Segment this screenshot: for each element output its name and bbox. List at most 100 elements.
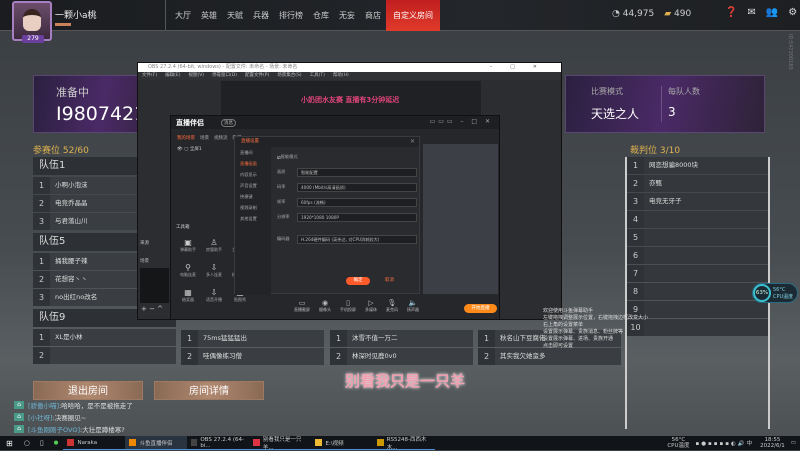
nav-weapons[interactable]: 兵器 (248, 0, 274, 31)
obs-menu-item[interactable]: 停靠窗口(D) (212, 72, 237, 80)
team-slot[interactable]: 2 林深时见鹿0v0 (330, 348, 473, 365)
taskbar-app[interactable]: E:\视频 (311, 436, 374, 450)
obs-menu-item[interactable]: 编辑(E) (165, 72, 180, 80)
ok-button[interactable]: 确定 (346, 277, 370, 285)
judge-slot[interactable]: 8 (627, 283, 768, 300)
team-slot[interactable]: 2 其实我欠她蛮多 (478, 348, 621, 365)
settings-menu-item[interactable]: 快捷键 (235, 191, 271, 202)
toolbar-button[interactable]: 🔈 扬声器 (407, 299, 419, 313)
tool-button[interactable]: ▦ 抽奖器 (175, 288, 201, 303)
settings-menu-item[interactable]: 直播画面 (235, 158, 271, 169)
toolbar-button[interactable]: 🎙 麦克风 (386, 299, 398, 313)
nav-talent[interactable]: 天赋 (222, 0, 248, 31)
obs-menu-item[interactable]: 场景集合(S) (277, 72, 301, 80)
settings-form: ☑ 智能模式 画质 智能配置 码率 4000 (Mbit/s高清画质) 帧率 60fps … (277, 151, 417, 248)
nav-leaderboard[interactable]: 排行榜 (274, 0, 308, 31)
settings-gear-icon[interactable]: ⚙ (788, 7, 797, 18)
team-size-label: 每队人数 (668, 87, 700, 96)
taskbar-app[interactable]: RS5248-西西木木... (373, 436, 436, 451)
team-slot[interactable]: 1 沐雪不值一万二 (330, 330, 473, 347)
team-slot[interactable]: 1 XL是小林 (33, 329, 176, 346)
team-slot[interactable]: 2 (33, 347, 176, 364)
chat-user[interactable]: [小社呀] (28, 412, 53, 422)
toolbar-button[interactable]: ▷ 多媒体 (365, 299, 377, 313)
app-icon[interactable]: ● (49, 440, 64, 446)
chat-user[interactable]: [斗鱼刚刚子OVO] (28, 424, 80, 434)
taskbar-app[interactable]: 斗鱼直播伴侣 (125, 436, 188, 450)
obs-menu-item[interactable]: 文件(F) (142, 72, 157, 80)
team-slot[interactable]: 1 75ms猛猛猛出 (181, 330, 324, 347)
field-select[interactable]: 60fps (流畅) (297, 197, 417, 207)
settings-menu-item[interactable]: 声音设置 (235, 180, 271, 191)
exit-room-button[interactable]: 退出房间 (33, 381, 143, 400)
judge-name: 电竞无牙子 (649, 197, 682, 205)
obs-menu-item[interactable]: 工具(T) (310, 72, 325, 80)
nav-wuwang[interactable]: 无妄 (334, 0, 360, 31)
nav-warehouse[interactable]: 仓库 (308, 0, 334, 31)
team-slot[interactable]: 2 哇偶像练习僧 (181, 348, 324, 365)
close-icon[interactable]: ✕ (410, 138, 415, 145)
nav-custom-room[interactable]: 自定义房间 (386, 0, 440, 31)
judge-slot[interactable]: 5 (627, 229, 768, 246)
judge-slot[interactable]: 3 电竞无牙子 (627, 193, 768, 210)
settings-menu-item[interactable]: 直播间 (235, 147, 271, 158)
obs-title-bar[interactable]: OBS 27.2.4 (64-bit, windows) - 配置文件: 未命名… (138, 63, 561, 72)
nav-shop[interactable]: 商店 (360, 0, 386, 31)
judge-slot[interactable]: 1 网恋想骗8000块 (627, 157, 768, 174)
scene-tab[interactable]: 我的场景 (177, 135, 195, 141)
start-live-button[interactable]: 开始直播 (464, 304, 497, 313)
mail-icon[interactable]: ✉ (747, 7, 755, 18)
tool-button[interactable]: ⇩ 语音开播 (201, 288, 227, 303)
add-remove-controls[interactable]: + − ^ (138, 305, 171, 313)
room-details-button[interactable]: 房间详情 (154, 381, 264, 400)
obs-menu-item[interactable]: 帮助(H) (333, 72, 349, 80)
toolbar-button[interactable]: ◉ 摄像头 (319, 299, 331, 313)
message-badge[interactable]: 消息 (221, 119, 236, 127)
streamer-app-window[interactable]: 直播伴侣 消息 ▭▭▭ – □ ✕ 我的场景场景视频流隐藏 👁 ▢ 全屏1 工具… (170, 115, 500, 320)
task-view-icon[interactable]: ▯ (35, 439, 49, 447)
nav-heroes[interactable]: 英雄 (196, 0, 222, 31)
note-line: 设置展示弹幕、贵族消息、粉丝牌等 (543, 329, 624, 335)
nav-lobby[interactable]: 大厅 (170, 0, 196, 31)
field-select[interactable]: 4000 (Mbit/s高清画质) (297, 182, 417, 192)
field-select[interactable]: 1920*1080 1080P (297, 212, 417, 222)
tray-icons[interactable]: ▪●▪▪▪▪◐🔊中 (696, 439, 755, 447)
judge-slot[interactable]: 7 (627, 265, 768, 282)
windows-start-icon[interactable]: ⊞ (0, 439, 19, 448)
obs-menu-item[interactable]: 视图(V) (188, 72, 204, 80)
friends-icon[interactable]: 👥 (766, 7, 778, 18)
judge-name (644, 265, 649, 282)
taskbar-app[interactable]: 别看我只是一只羊... (249, 436, 312, 451)
chat-user[interactable]: [骄傲小喵] (28, 400, 59, 410)
obs-docks: 来源 场景 + − ^ (138, 238, 171, 313)
toolbox-label: 工具箱 (176, 225, 190, 230)
toolbar-button[interactable]: ▭ 直播截屏 (294, 299, 310, 313)
help-icon[interactable]: ❓ (725, 7, 737, 18)
settings-menu-item[interactable]: 内容显示 (235, 169, 271, 180)
tool-button[interactable]: ⇩ 多人连麦 (201, 263, 227, 278)
taskbar-app[interactable]: Naraka (63, 436, 126, 450)
taskbar-app[interactable]: OBS 27.2.4 (64-bi... (187, 436, 250, 450)
window-controls[interactable]: ▭▭▭ – □ ✕ (430, 118, 493, 125)
tool-button[interactable]: ⚲ 电脑连麦 (175, 263, 201, 278)
scene-tab[interactable]: 视频流 (214, 135, 228, 141)
avatar[interactable]: 279 (12, 1, 52, 43)
judge-slot[interactable]: 6 (627, 247, 768, 264)
field-select[interactable]: 智能配置 (297, 167, 417, 177)
cancel-button[interactable]: 取消 (385, 277, 394, 283)
tool-button[interactable]: ♙ 房管助手 (201, 238, 227, 253)
settings-menu-item[interactable]: 其他设置 (235, 213, 271, 224)
scene-tab[interactable]: 场景 (200, 135, 209, 141)
notification-icon[interactable]: ▭ (791, 440, 796, 446)
obs-menu-item[interactable]: 配置文件(P) (245, 72, 269, 80)
field-select[interactable]: H.264硬件编码 (英伟达, 对CPU消耗较大) (297, 234, 417, 244)
scene-item[interactable]: 👁 ▢ 全屏1 (177, 146, 202, 152)
toolbar-button[interactable]: ▯ 手机投屏 (340, 299, 356, 313)
judge-slot[interactable]: 4 (627, 211, 768, 228)
window-controls[interactable]: –□✕ (490, 63, 555, 72)
note-line: 设置展示弹幕、进场、贵族开通 (543, 336, 614, 342)
tool-button[interactable]: ▣ 弹幕助手 (175, 238, 201, 253)
judge-slot[interactable]: 2 亦甄 (627, 175, 768, 192)
settings-menu-item[interactable]: 视频录制 (235, 202, 271, 213)
search-icon[interactable]: ○ (19, 439, 35, 447)
